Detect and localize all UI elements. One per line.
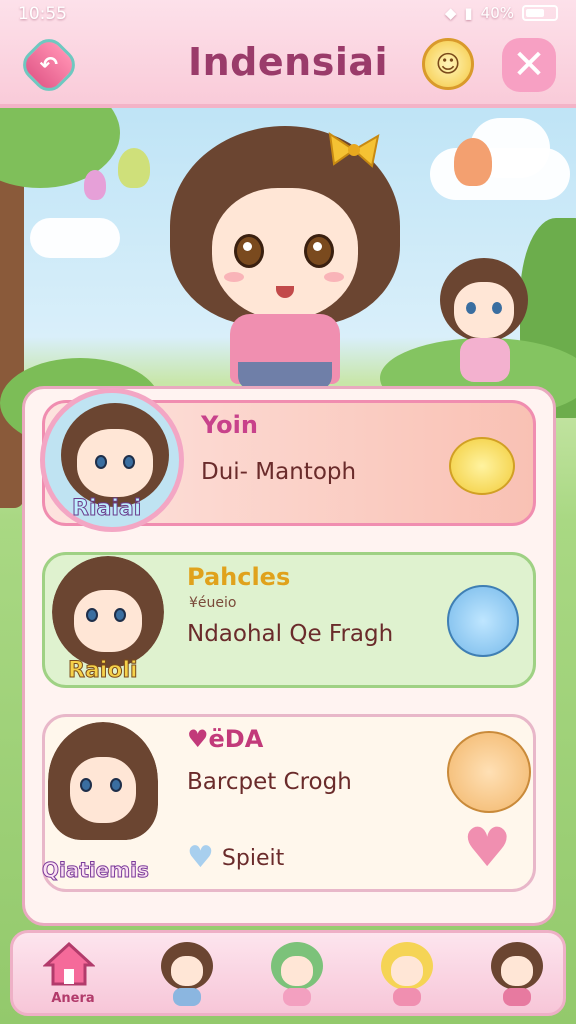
smiley-sun-icon: ☺: [435, 50, 461, 78]
heart-icon: ♥: [187, 840, 214, 875]
lantern-decoration: [84, 170, 106, 200]
card-extra-text: Spieit: [221, 845, 285, 871]
hero-character: [160, 126, 410, 390]
side-character: [436, 258, 532, 388]
bow-icon: [328, 131, 380, 168]
card-title: Pahcles: [187, 563, 291, 591]
page-title: Indensiai: [187, 40, 389, 84]
heart-icon: ♥: [463, 816, 512, 879]
lantern-decoration: [118, 148, 150, 188]
card-title: ♥ëDA: [187, 725, 264, 753]
hot-air-balloon: [454, 138, 492, 186]
smiley-button[interactable]: ☺: [422, 38, 474, 90]
nav-home-label: Anera: [51, 991, 95, 1006]
close-button[interactable]: ✕: [502, 38, 556, 92]
card-text: Ndaohal Qe Fragh: [187, 621, 394, 647]
status-time: 10:55: [18, 4, 67, 24]
blue-mascot-icon: [447, 585, 519, 657]
card-text: Dui- Mantoph: [201, 459, 357, 485]
character-name: Qiatiemis: [42, 858, 150, 883]
bottom-nav: Anera: [10, 930, 566, 1016]
nav-avatar-2[interactable]: [255, 933, 339, 1013]
avatar[interactable]: [48, 722, 158, 840]
nav-home[interactable]: Anera: [21, 933, 121, 1013]
close-icon: ✕: [512, 42, 546, 88]
chick-mascot-icon: [449, 437, 515, 495]
home-icon: [43, 941, 95, 986]
battery-percent: 40%: [480, 4, 514, 22]
card-text: Barcpet Crogh: [187, 769, 352, 795]
status-indicators: ◆ ▮ 40%: [445, 4, 558, 22]
top-bar: 10:55 ◆ ▮ 40% ↶ Indensiai ☺ ✕: [0, 0, 576, 108]
wifi-icon: ◆: [444, 4, 457, 22]
card-extra: ♥ Spieit: [187, 843, 284, 873]
nav-avatar-1[interactable]: [145, 933, 229, 1013]
avatar[interactable]: [52, 556, 164, 668]
signal-icon: ▮: [464, 4, 473, 22]
card-title: Yoin: [201, 411, 258, 439]
nav-avatar-3[interactable]: [365, 933, 449, 1013]
battery-icon: [522, 5, 558, 21]
character-name: Raioli: [68, 658, 139, 684]
nav-avatar-4[interactable]: [475, 933, 559, 1013]
card-subtitle: ¥éueio: [189, 595, 237, 611]
cat-mascot-icon: [447, 731, 531, 813]
character-name: Riaiai: [71, 496, 142, 522]
